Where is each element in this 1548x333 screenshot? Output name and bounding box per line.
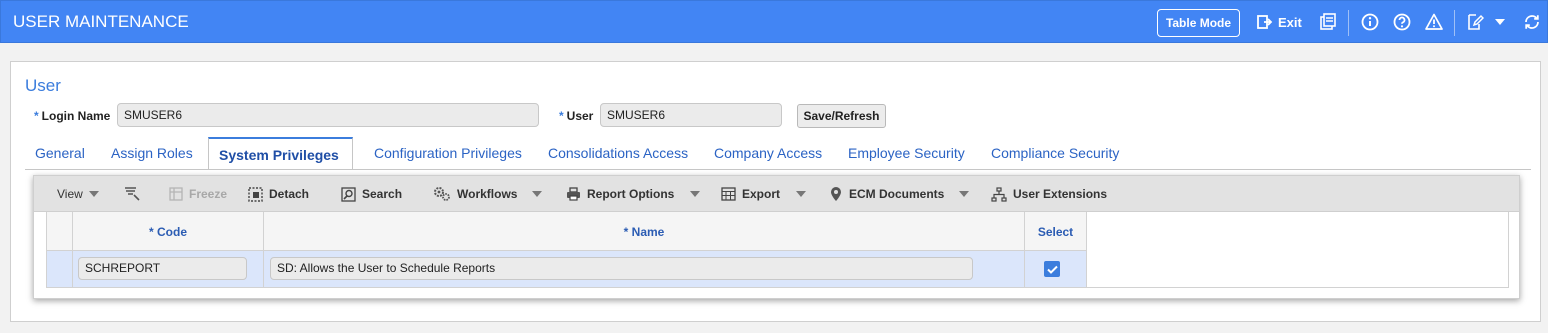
export-button[interactable]: Export — [721, 186, 780, 202]
exit-label: Exit — [1278, 14, 1302, 30]
save-refresh-button[interactable]: Save/Refresh — [797, 104, 886, 128]
privileges-grid: View Freeze Detach Search Workflows Repo… — [33, 175, 1520, 299]
freeze-label: Freeze — [189, 187, 228, 201]
ecm-documents-icon — [831, 187, 841, 201]
view-menu[interactable]: View — [57, 186, 83, 202]
user-extensions-button[interactable]: User Extensions — [991, 186, 1107, 202]
warning-icon[interactable] — [1425, 12, 1443, 32]
detach-button[interactable]: Detach — [248, 186, 309, 202]
code-field[interactable]: SCHREPORT — [78, 257, 247, 280]
view-label: View — [57, 187, 83, 201]
table-row-select-cell — [1025, 251, 1087, 287]
grid-toolbar: View Freeze Detach Search Workflows Repo… — [34, 176, 1519, 212]
report-options-button[interactable]: Report Options — [566, 186, 674, 202]
ecm-documents-button[interactable]: ECM Documents — [829, 186, 944, 202]
detach-icon — [248, 186, 263, 202]
workflows-button[interactable]: Workflows — [433, 186, 517, 202]
select-checkbox[interactable] — [1044, 261, 1060, 277]
login-name-field[interactable]: SMUSER6 — [117, 103, 539, 127]
row-selector[interactable] — [47, 251, 73, 287]
search-label: Search — [362, 187, 403, 201]
toolbar-divider — [1454, 10, 1455, 36]
exit-button[interactable]: Exit — [1257, 12, 1302, 32]
report-options-dropdown-icon[interactable] — [690, 191, 700, 197]
help-icon[interactable] — [1393, 12, 1411, 32]
print-icon[interactable] — [1319, 12, 1337, 32]
user-panel: User * Login Name SMUSER6 * User SMUSER6 S… — [10, 61, 1541, 322]
export-label: Export — [742, 187, 781, 201]
detach-label: Detach — [269, 187, 310, 201]
ecm-documents-label: ECM Documents — [849, 187, 945, 201]
freeze-icon — [169, 187, 183, 201]
name-field[interactable]: SD: Allows the User to Schedule Reports — [270, 257, 973, 280]
user-extensions-label: User Extensions — [1013, 187, 1108, 201]
tab-compliance-security[interactable]: Compliance Security — [981, 137, 1129, 170]
export-dropdown-icon[interactable] — [796, 191, 806, 197]
panel-title: User — [25, 76, 61, 95]
tab-company-access[interactable]: Company Access — [704, 137, 832, 170]
column-header-select[interactable]: Select — [1025, 212, 1087, 251]
refresh-icon[interactable] — [1523, 12, 1541, 32]
edit-icon[interactable] — [1466, 12, 1484, 32]
tab-employee-security[interactable]: Employee Security — [838, 137, 975, 170]
workflows-dropdown-icon[interactable] — [532, 191, 542, 197]
dropdown-icon[interactable] — [1495, 12, 1505, 32]
tab-system-privileges[interactable]: System Privileges — [208, 137, 353, 170]
info-icon[interactable] — [1361, 12, 1379, 32]
search-button[interactable]: Search — [341, 186, 402, 202]
table-mode-button[interactable]: Table Mode — [1157, 9, 1240, 37]
login-name-label: * Login Name — [34, 109, 111, 123]
exit-icon — [1257, 15, 1273, 29]
column-header-code[interactable]: * Code — [73, 212, 264, 251]
user-label: * User — [559, 109, 594, 123]
checkmark-icon — [1046, 265, 1058, 274]
workflows-label: Workflows — [457, 187, 518, 201]
tab-configuration-privileges[interactable]: Configuration Privileges — [364, 137, 532, 170]
user-field[interactable]: SMUSER6 — [600, 103, 782, 127]
app-header: USER MAINTENANCE Table Mode Exit — [0, 0, 1548, 43]
search-icon — [341, 186, 356, 202]
filter-icon[interactable] — [124, 186, 146, 202]
print-icon — [567, 187, 580, 201]
workflows-icon — [434, 187, 450, 201]
export-icon — [721, 187, 736, 201]
app-title: USER MAINTENANCE — [13, 12, 189, 31]
ecm-documents-dropdown-icon[interactable] — [959, 191, 969, 197]
report-options-label: Report Options — [587, 187, 675, 201]
tab-consolidations-access[interactable]: Consolidations Access — [538, 137, 698, 170]
table-row-name-cell: SD: Allows the User to Schedule Reports — [264, 251, 1025, 287]
row-selector-header — [47, 212, 73, 251]
freeze-button[interactable]: Freeze — [169, 186, 227, 202]
tab-divider — [25, 169, 1531, 170]
view-dropdown-icon[interactable] — [89, 191, 99, 197]
table-row-code-cell: SCHREPORT — [73, 251, 264, 287]
grid-body: * Code * Name Select SCHREPORT SD: Allow… — [46, 212, 1509, 288]
tab-general[interactable]: General — [25, 137, 95, 170]
column-header-name[interactable]: * Name — [264, 212, 1025, 251]
user-extensions-icon — [991, 186, 1007, 202]
toolbar-divider — [1348, 10, 1349, 36]
tab-assign-roles[interactable]: Assign Roles — [101, 137, 203, 170]
